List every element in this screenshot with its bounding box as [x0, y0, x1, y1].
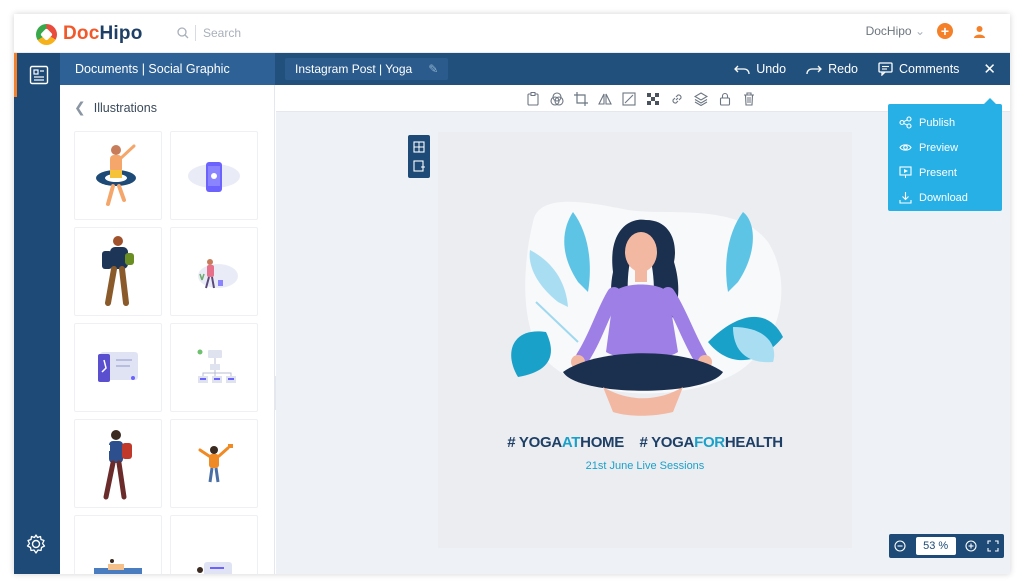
add-page-icon[interactable] [413, 160, 425, 172]
eye-icon [899, 144, 912, 151]
comments-button[interactable]: Comments [878, 62, 959, 76]
present-icon [899, 166, 912, 178]
chevron-left-icon: ❮ [74, 99, 86, 115]
undo-icon [734, 65, 750, 75]
publish-menu: Publish Preview Present Download [888, 98, 1002, 211]
redo-icon [806, 65, 823, 75]
session-subtitle[interactable]: 21st June Live Sessions [438, 460, 852, 472]
top-bar: DocHipo Search DocHipo ⌄ + [14, 14, 1010, 53]
search-divider [195, 25, 196, 41]
trim-icon[interactable] [617, 91, 641, 107]
settings-button[interactable] [25, 533, 47, 560]
hashtag-headline[interactable]: # YOGAATHOME # YOGAFORHEALTH [438, 434, 852, 451]
zoom-control: 53 % [889, 534, 1004, 558]
logo-text: DocHipo [63, 23, 143, 44]
logo-mark-icon [36, 23, 57, 45]
search-placeholder[interactable]: Search [203, 26, 241, 40]
lock-icon[interactable] [713, 91, 737, 107]
zoom-in-icon[interactable] [965, 540, 977, 552]
rail-documents-button[interactable] [14, 53, 60, 97]
dochipo-logo[interactable]: DocHipo [36, 23, 143, 45]
design-canvas[interactable]: # YOGAATHOME # YOGAFORHEALTH 21st June L… [438, 132, 852, 548]
illustration-tile-chat-bubble[interactable] [170, 515, 258, 574]
gear-icon [26, 534, 46, 554]
illustration-tile-woman-plants[interactable] [170, 227, 258, 316]
delete-icon[interactable] [737, 91, 761, 107]
undo-button[interactable]: Undo [734, 62, 786, 76]
panel-title: Illustrations [93, 100, 157, 115]
user-profile-icon[interactable] [973, 25, 986, 38]
link-icon[interactable] [665, 91, 689, 107]
illustration-tile-tablet-gesture[interactable] [74, 323, 162, 412]
illustration-tile-beach-scene[interactable] [74, 515, 162, 574]
add-new-button[interactable]: + [937, 23, 953, 39]
fullscreen-icon[interactable] [987, 540, 999, 552]
editor-header: Documents | Social Graphic Instagram Pos… [60, 53, 1010, 85]
app-window: DocHipo Search DocHipo ⌄ + Documents | S… [14, 14, 1010, 574]
panel-back-button[interactable]: ❮ Illustrations [74, 99, 157, 116]
page-options [408, 135, 430, 178]
color-icon[interactable] [545, 91, 569, 107]
zoom-out-icon[interactable] [894, 540, 906, 552]
comment-icon [878, 62, 893, 76]
menu-item-present[interactable]: Present [888, 160, 1002, 185]
clipboard-icon[interactable] [521, 91, 545, 107]
zoom-level[interactable]: 53 % [915, 537, 956, 555]
illustration-tile-man-swimming-ring[interactable] [74, 131, 162, 220]
workspace-dropdown[interactable]: DocHipo ⌄ [866, 24, 925, 38]
share-icon [899, 116, 912, 129]
document-name[interactable]: Instagram Post | Yoga [295, 58, 412, 80]
transparency-icon[interactable] [641, 91, 665, 107]
download-icon [899, 192, 912, 204]
redo-button[interactable]: Redo [806, 62, 858, 76]
search-icon [177, 27, 189, 39]
chevron-down-icon: ⌄ [914, 24, 925, 38]
grid-view-icon[interactable] [413, 141, 425, 153]
header-actions: Undo Redo Comments ✕ [714, 53, 996, 85]
layers-icon[interactable] [689, 91, 713, 107]
menu-item-publish[interactable]: Publish [888, 110, 1002, 135]
crop-icon[interactable] [569, 91, 593, 107]
illustration-tile-flowchart[interactable] [170, 323, 258, 412]
illustration-tile-man-cheering[interactable] [170, 419, 258, 508]
menu-item-download[interactable]: Download [888, 185, 1002, 210]
user-area: DocHipo ⌄ + [866, 23, 986, 39]
illustration-tile-android-phone[interactable] [170, 131, 258, 220]
search-box[interactable]: Search [177, 25, 241, 41]
yoga-woman-illustration[interactable] [438, 132, 852, 432]
flip-icon[interactable] [593, 91, 617, 107]
document-name-field[interactable]: Instagram Post | Yoga ✎ [285, 58, 449, 80]
illustration-tile-man-backpack[interactable] [74, 227, 162, 316]
toolbar-icons [521, 91, 761, 107]
illustrations-panel: ❮ Illustrations [60, 85, 275, 574]
close-icon[interactable]: ✕ [983, 60, 996, 78]
menu-item-preview[interactable]: Preview [888, 135, 1002, 160]
left-rail [14, 53, 60, 574]
document-list-icon [29, 65, 48, 85]
illustration-tile-man-reading[interactable] [74, 419, 162, 508]
pencil-icon[interactable]: ✎ [428, 58, 438, 80]
section-title[interactable]: Documents | Social Graphic [60, 53, 275, 85]
